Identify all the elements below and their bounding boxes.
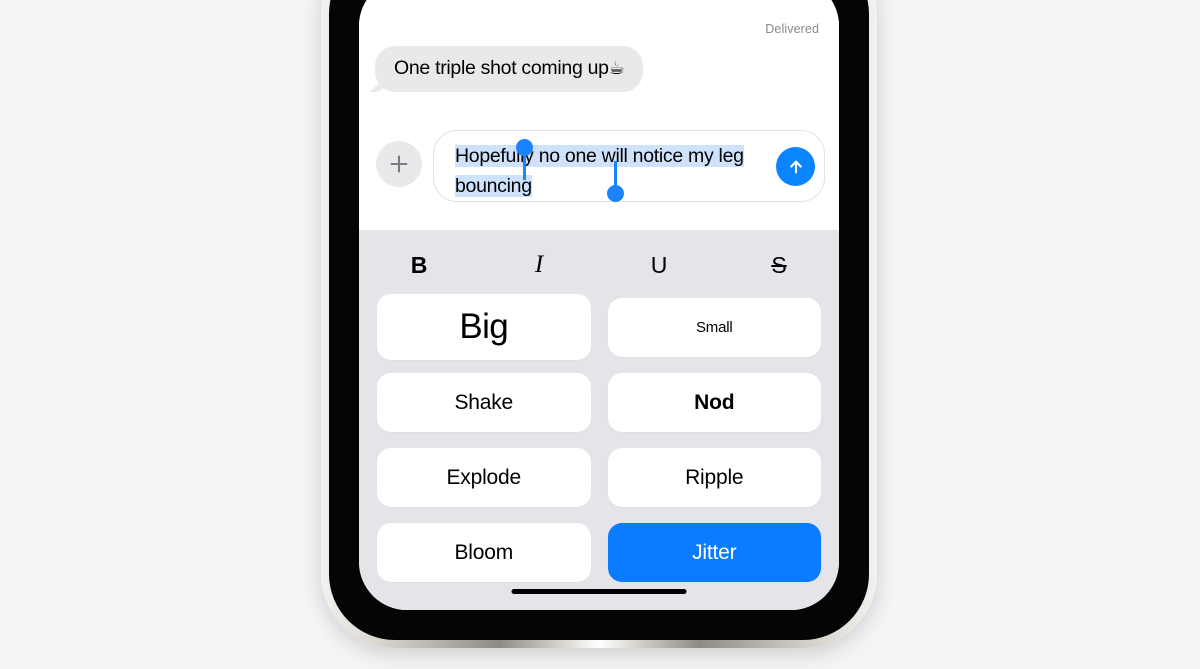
text-effect-ripple-button[interactable]: Ripple: [607, 448, 821, 507]
text-effect-explode-button[interactable]: Explode: [377, 448, 591, 507]
iphone-device: Delivered One triple shot coming up☕ Hop…: [321, 0, 877, 648]
delivered-status: Delivered: [765, 22, 819, 36]
received-message-bubble[interactable]: One triple shot coming up☕: [375, 46, 643, 92]
message-input-field[interactable]: Hopefully no one will notice my leg bounc…: [433, 130, 825, 202]
selection-handle-start-dot: [516, 139, 533, 156]
text-effect-jitter-button[interactable]: Jitter: [607, 523, 821, 582]
received-message-text: One triple shot coming up: [394, 57, 609, 79]
text-effect-nod-button[interactable]: Nod: [607, 373, 821, 432]
compose-row: Hopefully no one will notice my leg bounc…: [359, 130, 839, 202]
coffee-emoji: ☕: [608, 58, 625, 78]
underline-button[interactable]: U: [599, 230, 719, 300]
add-attachment-button[interactable]: [376, 141, 422, 187]
arrow-up-icon: [785, 156, 807, 178]
italic-button[interactable]: I: [479, 230, 599, 300]
text-effect-small-button[interactable]: Small: [607, 298, 821, 357]
strikethrough-button[interactable]: S: [719, 230, 839, 300]
selected-text-line2: bouncing: [455, 175, 532, 197]
selection-handle-end-dot: [607, 185, 624, 202]
text-effect-shake-button[interactable]: Shake: [377, 373, 591, 432]
text-effects-grid: Big Small Shake Nod Explode Ripple Bloom Jitter: [377, 294, 821, 582]
phone-bezel: Delivered One triple shot coming up☕ Hop…: [329, 0, 869, 640]
text-effects-panel: BIUS Big Small Shake Nod Explode Ripple Bloom J…: [359, 230, 839, 610]
plus-icon: [387, 152, 411, 176]
text-effect-bloom-button[interactable]: Bloom: [377, 523, 591, 582]
phone-screen: Delivered One triple shot coming up☕ Hop…: [359, 0, 839, 610]
send-button[interactable]: [776, 147, 815, 186]
home-indicator: [511, 588, 687, 594]
bold-button[interactable]: B: [359, 230, 479, 300]
format-toolbar: BIUS: [359, 230, 839, 300]
text-effect-big-button[interactable]: Big: [377, 294, 591, 360]
selected-text-line1: Hopefully no one will notice my leg: [455, 145, 744, 167]
